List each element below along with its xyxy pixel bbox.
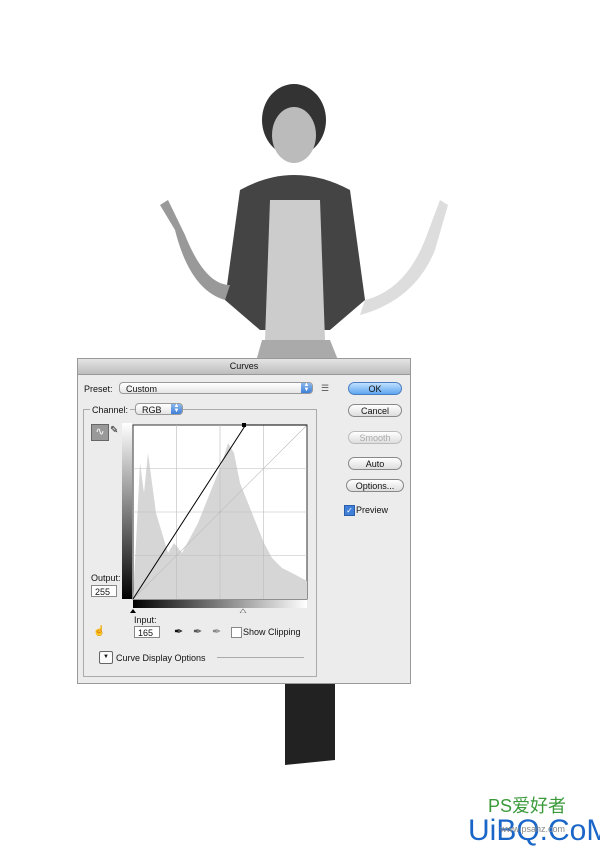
output-label: Output:: [91, 573, 121, 583]
preset-label: Preset:: [84, 384, 113, 394]
white-eyedropper-icon[interactable]: ✒: [212, 625, 221, 638]
watermark-url: www.psahz.com: [499, 824, 565, 834]
curve-point: [242, 423, 246, 427]
black-eyedropper-icon[interactable]: ✒: [174, 625, 183, 638]
on-image-adjust-icon[interactable]: ☝: [93, 626, 105, 637]
auto-button[interactable]: Auto: [348, 457, 402, 470]
ok-button[interactable]: OK: [348, 382, 402, 395]
channel-value: RGB: [142, 405, 162, 415]
dialog-title: Curves: [229, 361, 259, 371]
gray-eyedropper-icon[interactable]: ✒: [193, 625, 202, 638]
smooth-button[interactable]: Smooth: [348, 431, 402, 444]
stepper-icon: ▲ ▼: [301, 382, 312, 393]
preset-menu-icon[interactable]: ☰: [321, 383, 329, 394]
curve-tool-icon[interactable]: ∿: [91, 424, 109, 441]
preset-value: Custom: [126, 384, 158, 394]
input-gradient: [133, 600, 307, 608]
output-gradient: [122, 423, 132, 599]
channel-label: Channel:: [90, 405, 131, 415]
pencil-icon[interactable]: ✎: [110, 425, 118, 436]
curves-dialog: Curves Preset: Custom ▲ ▼ ☰ OK Cancel Smoo…: [77, 358, 411, 684]
channel-select[interactable]: RGB ▲ ▼: [135, 403, 183, 415]
curve-graph[interactable]: [122, 423, 308, 613]
show-clipping-checkbox[interactable]: [231, 627, 242, 638]
input-field[interactable]: 165: [134, 626, 160, 638]
dialog-title-bar[interactable]: Curves: [78, 359, 410, 375]
preview-checkbox[interactable]: ✓: [344, 505, 355, 516]
divider: [217, 657, 304, 658]
black-point-slider[interactable]: [130, 609, 136, 613]
curve-display-options-label[interactable]: Curve Display Options: [116, 653, 206, 663]
disclosure-triangle-icon[interactable]: ▼: [99, 651, 113, 664]
watermark-logo: PS爱好者: [488, 796, 566, 816]
output-field[interactable]: 255: [91, 585, 117, 597]
options-button[interactable]: Options...: [346, 479, 404, 492]
cancel-button[interactable]: Cancel: [348, 404, 402, 417]
input-label: Input:: [134, 615, 157, 625]
white-point-slider[interactable]: [239, 608, 247, 613]
preview-label: Preview: [356, 505, 389, 515]
show-clipping-label: Show Clipping: [243, 627, 301, 637]
stepper-icon: ▲ ▼: [171, 403, 182, 414]
preset-select[interactable]: Custom ▲ ▼: [119, 382, 313, 394]
